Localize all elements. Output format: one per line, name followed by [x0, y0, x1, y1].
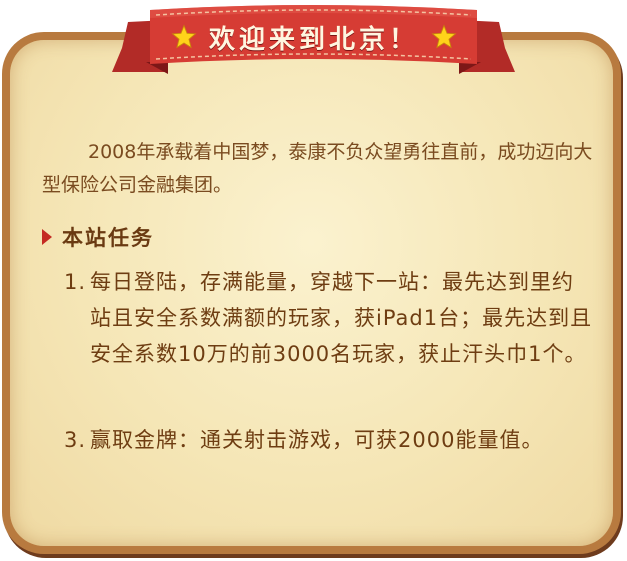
task-number: 1.: [64, 270, 87, 294]
task-number: 3.: [64, 428, 87, 452]
intro-text: 2008年承载着中国梦，泰康不负众望勇往直前，成功迈向大型保险公司金融集团。: [42, 141, 593, 196]
task-item: 1. 每日登陆，存满能量，穿越下一站：最先达到里约站且安全系数满额的玩家，获iP…: [64, 264, 594, 372]
task-item: 3. 赢取金牌：通关射击游戏，可获2000能量值。: [64, 422, 594, 458]
star-icon: [431, 24, 457, 49]
task-text: 每日登陆，存满能量，穿越下一站：最先达到里约站且安全系数满额的玩家，获iPad1…: [90, 270, 593, 366]
section-header: 本站任务: [42, 222, 154, 252]
intro-paragraph: 2008年承载着中国梦，泰康不负众望勇往直前，成功迈向大型保险公司金融集团。: [42, 136, 602, 202]
section-title: 本站任务: [62, 226, 154, 250]
banner-title: 欢迎来到北京！: [208, 24, 419, 55]
task-text: 赢取金牌：通关射击游戏，可获2000能量值。: [90, 428, 544, 452]
star-icon: [171, 24, 197, 49]
banner-title-group: 欢迎来到北京！: [168, 14, 460, 60]
triangle-bullet-icon: [42, 229, 52, 245]
